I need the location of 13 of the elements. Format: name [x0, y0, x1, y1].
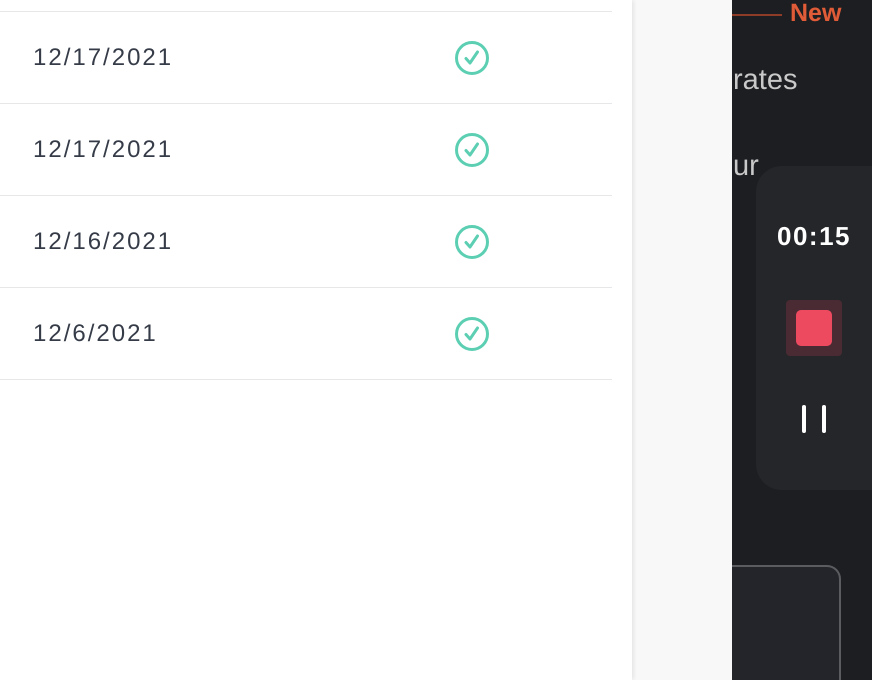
pause-button[interactable]: [802, 405, 826, 433]
date-cell-text: 12/16/2021: [32, 228, 174, 256]
body-text: rates: [732, 63, 798, 97]
stop-icon: [796, 310, 832, 346]
date-cell-text: 12/17/2021: [32, 44, 174, 72]
new-label: New: [790, 1, 842, 26]
timer-text: 00:15: [777, 221, 851, 251]
date-cell-text: 12/17/2021: [32, 136, 174, 164]
date-cell-text: 12/6/2021: [32, 320, 159, 348]
body-text: ur: [732, 149, 759, 183]
pause-icon: [802, 405, 826, 433]
accent-line: [732, 14, 782, 16]
stop-button[interactable]: [786, 300, 842, 356]
